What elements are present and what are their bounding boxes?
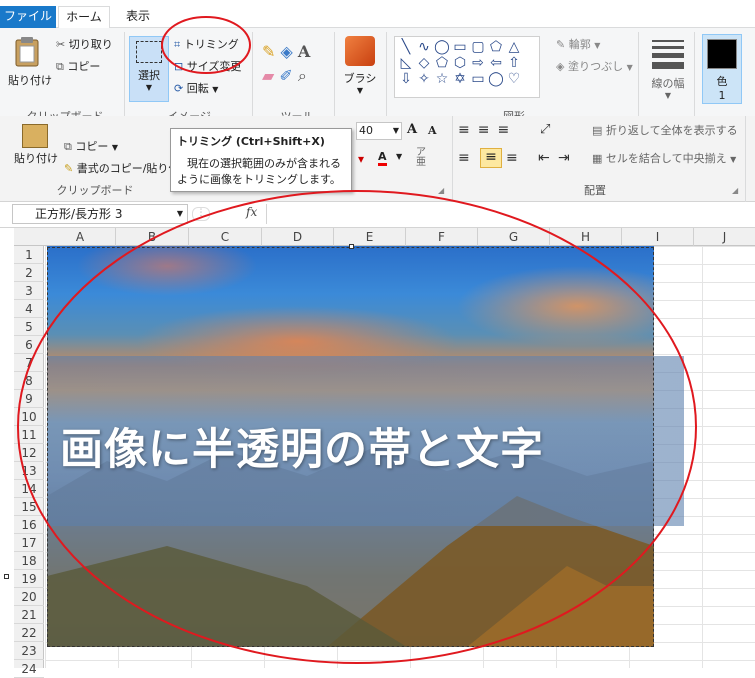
red-circle-annotation bbox=[17, 190, 697, 664]
annotation-layer bbox=[17, 16, 697, 664]
red-circle-annotation bbox=[161, 16, 251, 74]
